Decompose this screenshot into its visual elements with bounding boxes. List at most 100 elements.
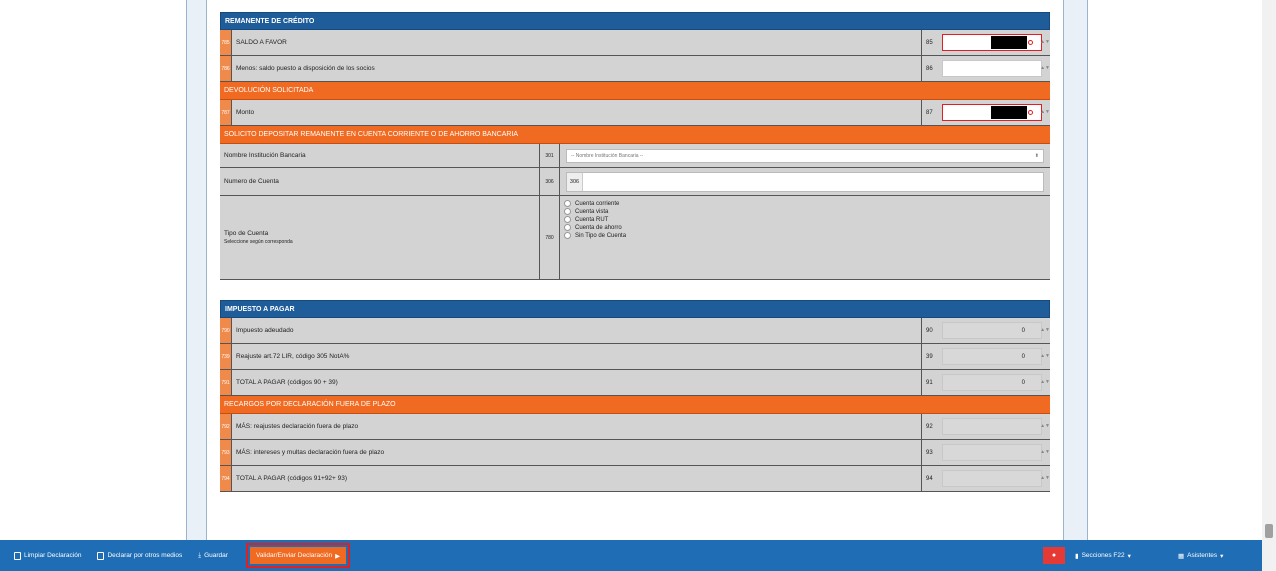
row-intereses-multas: 793 MÁS: intereses y multas declaración …	[220, 440, 1050, 466]
redacted-value	[991, 106, 1027, 119]
account-number-label: Numero de Cuenta	[220, 168, 540, 195]
limpiar-button[interactable]: Limpiar Declaración	[8, 547, 87, 564]
spinner-icon[interactable]: ▲▼	[1040, 353, 1050, 359]
row-total-recargos: 794 TOTAL A PAGAR (códigos 91+92+ 93) 94…	[220, 466, 1050, 492]
radio-cuenta-vista[interactable]: Cuenta vista	[564, 208, 626, 215]
document-icon	[14, 551, 21, 560]
row-saldo-a-favor: 785 SALDO A FAVOR 85 ▲▼	[220, 30, 1050, 56]
spinner-icon[interactable]: ▲▼	[1040, 109, 1050, 115]
impuesto-header: IMPUESTO A PAGAR	[220, 300, 1050, 318]
row-code: 85	[926, 39, 933, 46]
row-label: Monto	[232, 100, 922, 125]
spinner-icon[interactable]: ▲▼	[1040, 39, 1050, 45]
row-code: 86	[926, 65, 933, 72]
row-monto: 787 Monto 87 ▲▼	[220, 100, 1050, 126]
row-label: MÁS: reajustes declaración fuera de plaz…	[232, 414, 922, 439]
row-saldo-socios: 786 Menos: saldo puesto a disposición de…	[220, 56, 1050, 82]
spinner-icon[interactable]: ▲▼	[1040, 65, 1050, 71]
radio-label: Cuenta corriente	[575, 200, 620, 207]
spinner-icon[interactable]: ▲▼	[1040, 379, 1050, 385]
reajustes-fuera-plazo-input[interactable]: ▲▼	[942, 418, 1050, 435]
spinner-icon[interactable]: ▲▼	[1040, 475, 1050, 481]
account-type-radio-group: Cuenta corriente Cuenta vista Cuenta RUT…	[564, 196, 626, 243]
declarar-otros-button[interactable]: Declarar por otros medios	[91, 547, 188, 564]
line-number: 794	[220, 466, 232, 491]
impuesto-adeudado-input[interactable]: 0 ▲▼	[942, 322, 1050, 339]
download-icon: ⤓	[198, 551, 202, 559]
guardar-label: Guardar	[204, 552, 228, 559]
account-type-code: 780	[540, 196, 560, 279]
line-number: 739	[220, 344, 232, 369]
validar-enviar-button[interactable]: Validar/Enviar Declaración ▶	[245, 543, 351, 568]
line-number: 790	[220, 318, 232, 343]
row-code: 39	[926, 353, 933, 360]
row-label: Impuesto adeudado	[232, 318, 922, 343]
line-number: 792	[220, 414, 232, 439]
spinner-icon[interactable]: ▲▼	[1040, 449, 1050, 455]
radio-button[interactable]	[564, 216, 571, 223]
radio-cuenta-rut[interactable]: Cuenta RUT	[564, 216, 626, 223]
radio-label: Cuenta vista	[575, 208, 609, 215]
row-label: MÁS: intereses y multas declaración fuer…	[232, 440, 922, 465]
alert-button[interactable]: ●	[1043, 547, 1065, 564]
row-reajuste: 739 Reajuste art.72 LIR, código 305 NotA…	[220, 344, 1050, 370]
intereses-multas-input[interactable]: ▲▼	[942, 444, 1050, 461]
total-a-pagar-input[interactable]: 0 ▲▼	[942, 374, 1050, 391]
account-number-input[interactable]: 306	[566, 171, 1044, 192]
row-code: 91	[926, 379, 933, 386]
line-number: 791	[220, 370, 232, 395]
bank-name-code: 301	[540, 144, 560, 167]
field-value: 0	[1021, 327, 1025, 334]
row-label: Reajuste art.72 LIR, código 305 NotA%	[232, 344, 922, 369]
recargos-header: RECARGOS POR DECLARACIÓN FUERA DE PLAZO	[220, 396, 1050, 414]
page-scrollbar[interactable]	[1262, 0, 1276, 571]
row-impuesto-adeudado: 790 Impuesto adeudado 90 0 ▲▼	[220, 318, 1050, 344]
account-number-code: 306	[540, 168, 560, 195]
remanente-section: REMANENTE DE CRÉDITO 785 SALDO A FAVOR 8…	[220, 12, 1050, 280]
radio-button[interactable]	[564, 232, 571, 239]
bottom-action-bar: Limpiar Declaración Declarar por otros m…	[0, 540, 1262, 571]
radio-cuenta-ahorro[interactable]: Cuenta de ahorro	[564, 224, 626, 231]
line-number: 785	[220, 30, 232, 55]
account-type-label: Tipo de Cuenta	[224, 230, 269, 237]
radio-label: Cuenta RUT	[575, 216, 609, 223]
saldo-socios-input[interactable]: ▲▼	[942, 60, 1050, 77]
field-value: 0	[1021, 379, 1025, 386]
row-code: 94	[926, 475, 933, 482]
total-recargos-input[interactable]: ▲▼	[942, 470, 1050, 487]
impuesto-section: IMPUESTO A PAGAR 790 Impuesto adeudado 9…	[220, 300, 1050, 492]
row-code: 90	[926, 327, 933, 334]
radio-sin-tipo[interactable]: Sin Tipo de Cuenta	[564, 232, 626, 239]
asistentes-label: Asistentes	[1187, 552, 1218, 559]
play-icon: ▶	[335, 552, 341, 560]
reajuste-input[interactable]: 0 ▲▼	[942, 348, 1050, 365]
line-number: 793	[220, 440, 232, 465]
error-indicator-icon	[1028, 40, 1033, 45]
account-type-sublabel: Seleccione según corresponda	[224, 239, 293, 245]
asistentes-button[interactable]: ▦ Asistentes ▾	[1178, 547, 1223, 564]
secciones-label: Secciones F22	[1081, 552, 1125, 559]
radio-button[interactable]	[564, 224, 571, 231]
radio-button[interactable]	[564, 200, 571, 207]
remanente-header: REMANENTE DE CRÉDITO	[220, 12, 1050, 30]
scrollbar-thumb[interactable]	[1265, 524, 1273, 538]
row-label: Menos: saldo puesto a disposición de los…	[232, 56, 922, 81]
saldo-a-favor-input[interactable]: ▲▼	[942, 34, 1050, 51]
caret-down-icon: ▾	[1220, 552, 1224, 560]
guardar-button[interactable]: ⤓ Guardar	[192, 547, 234, 564]
radio-button[interactable]	[564, 208, 571, 215]
row-account-type: Tipo de Cuenta Seleccione según correspo…	[220, 196, 1050, 280]
folder-icon	[97, 551, 105, 560]
bank-name-select[interactable]: -- Nombre Institución Bancaria -- ⬍	[566, 148, 1044, 163]
row-total-a-pagar: 791 TOTAL A PAGAR (códigos 90 + 39) 91 0…	[220, 370, 1050, 396]
line-number: 787	[220, 100, 232, 125]
spinner-icon[interactable]: ▲▼	[1040, 327, 1050, 333]
radio-label: Cuenta de ahorro	[575, 224, 622, 231]
monto-input[interactable]: ▲▼	[942, 104, 1050, 121]
spinner-icon[interactable]: ▲▼	[1040, 423, 1050, 429]
secciones-button[interactable]: ▮ Secciones F22 ▾	[1075, 547, 1131, 564]
deposito-header: SOLICITO DEPOSITAR REMANENTE EN CUENTA C…	[220, 126, 1050, 144]
radio-label: Sin Tipo de Cuenta	[575, 232, 627, 239]
radio-cuenta-corriente[interactable]: Cuenta corriente	[564, 200, 626, 207]
validar-label: Validar/Enviar Declaración	[255, 552, 333, 559]
